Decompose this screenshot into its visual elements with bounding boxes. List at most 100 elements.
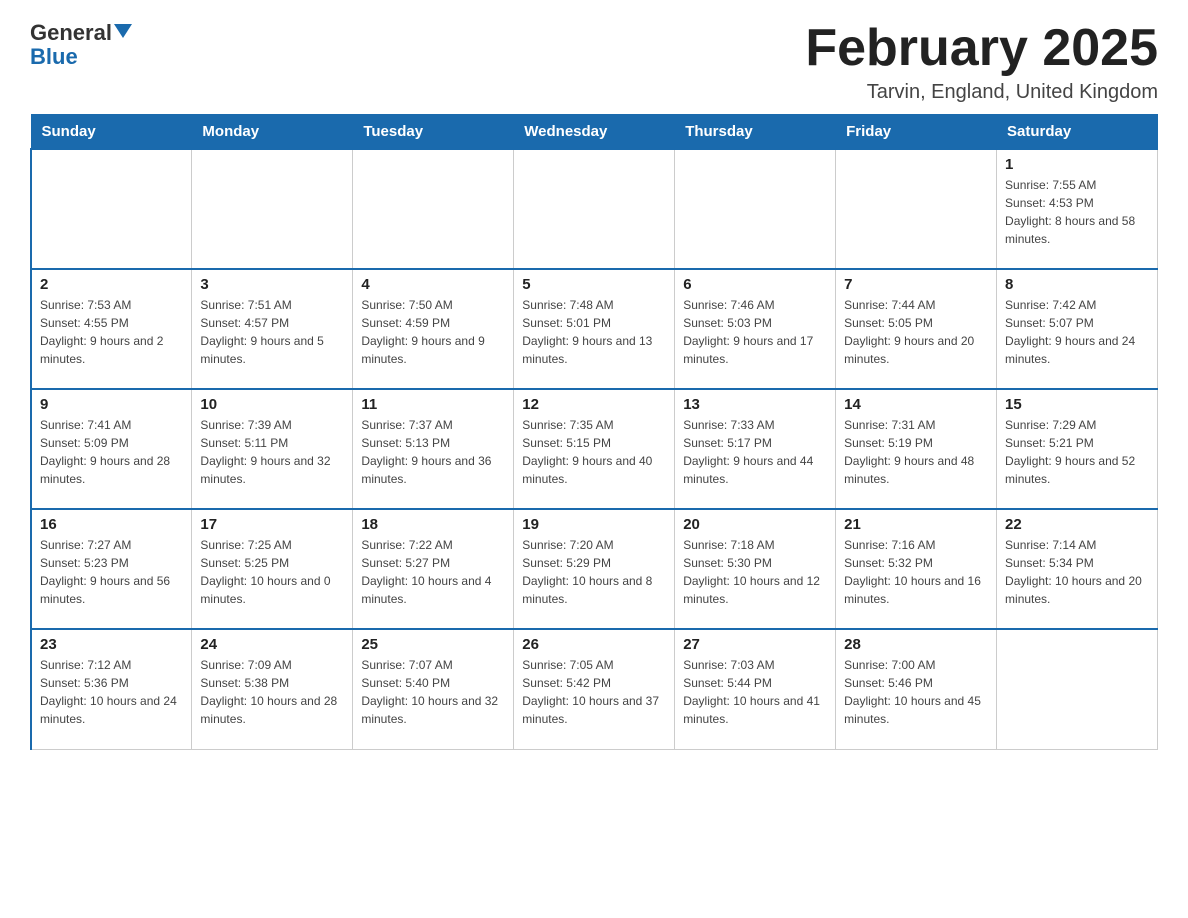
day-number: 5 [522, 276, 666, 293]
calendar-cell: 20 Sunrise: 7:18 AM Sunset: 5:30 PM Dayli… [675, 509, 836, 629]
calendar-cell: 12Sunrise: 7:35 AM Sunset: 5:15 PM Dayli… [514, 389, 675, 509]
day-number: 14 [844, 396, 988, 413]
month-title: February 2025 [805, 20, 1158, 77]
calendar-cell: 4Sunrise: 7:50 AM Sunset: 4:59 PM Daylig… [353, 269, 514, 389]
day-number: 13 [683, 396, 827, 413]
calendar-cell: 2 Sunrise: 7:53 AM Sunset: 4:55 PM Daylig… [31, 269, 192, 389]
day-number: 15 [1005, 396, 1149, 413]
calendar-week-row: 23 Sunrise: 7:12 AM Sunset: 5:36 PM Dayli… [31, 629, 1158, 749]
calendar-cell: 5 Sunrise: 7:48 AM Sunset: 5:01 PM Daylig… [514, 269, 675, 389]
calendar-cell: 14Sunrise: 7:31 AM Sunset: 5:19 PM Dayli… [836, 389, 997, 509]
calendar-cell [192, 149, 353, 269]
day-info: Sunrise: 7:48 AM Sunset: 5:01 PM Dayligh… [522, 296, 666, 368]
day-info: Sunrise: 7:14 AM Sunset: 5:34 PM Dayligh… [1005, 536, 1149, 608]
logo-triangle-icon [114, 24, 132, 38]
day-number: 18 [361, 516, 505, 533]
day-number: 27 [683, 636, 827, 653]
day-info: Sunrise: 7:16 AM Sunset: 5:32 PM Dayligh… [844, 536, 988, 608]
calendar-cell: 28 Sunrise: 7:00 AM Sunset: 5:46 PM Dayli… [836, 629, 997, 749]
day-info: Sunrise: 7:09 AM Sunset: 5:38 PM Dayligh… [200, 656, 344, 728]
calendar-week-row: 2 Sunrise: 7:53 AM Sunset: 4:55 PM Daylig… [31, 269, 1158, 389]
day-info: Sunrise: 7:41 AM Sunset: 5:09 PM Dayligh… [40, 416, 183, 488]
day-number: 7 [844, 276, 988, 293]
calendar-cell: 9 Sunrise: 7:41 AM Sunset: 5:09 PM Daylig… [31, 389, 192, 509]
calendar-cell [836, 149, 997, 269]
calendar-cell: 18 Sunrise: 7:22 AM Sunset: 5:27 PM Dayli… [353, 509, 514, 629]
day-info: Sunrise: 7:55 AM Sunset: 4:53 PM Dayligh… [1005, 176, 1149, 248]
calendar-cell: 24 Sunrise: 7:09 AM Sunset: 5:38 PM Dayli… [192, 629, 353, 749]
calendar-cell [675, 149, 836, 269]
calendar-week-row: 9 Sunrise: 7:41 AM Sunset: 5:09 PM Daylig… [31, 389, 1158, 509]
day-info: Sunrise: 7:29 AM Sunset: 5:21 PM Dayligh… [1005, 416, 1149, 488]
day-number: 3 [200, 276, 344, 293]
calendar-header-wednesday: Wednesday [514, 115, 675, 150]
day-number: 20 [683, 516, 827, 533]
day-info: Sunrise: 7:05 AM Sunset: 5:42 PM Dayligh… [522, 656, 666, 728]
calendar-cell: 25 Sunrise: 7:07 AM Sunset: 5:40 PM Dayli… [353, 629, 514, 749]
day-number: 9 [40, 396, 183, 413]
day-info: Sunrise: 7:50 AM Sunset: 4:59 PM Dayligh… [361, 296, 505, 368]
calendar-cell: 17 Sunrise: 7:25 AM Sunset: 5:25 PM Dayli… [192, 509, 353, 629]
day-info: Sunrise: 7:22 AM Sunset: 5:27 PM Dayligh… [361, 536, 505, 608]
day-number: 24 [200, 636, 344, 653]
calendar-header-row: SundayMondayTuesdayWednesdayThursdayFrid… [31, 115, 1158, 150]
calendar-cell: 8 Sunrise: 7:42 AM Sunset: 5:07 PM Daylig… [997, 269, 1158, 389]
calendar-header-sunday: Sunday [31, 115, 192, 150]
day-info: Sunrise: 7:12 AM Sunset: 5:36 PM Dayligh… [40, 656, 183, 728]
calendar-header-friday: Friday [836, 115, 997, 150]
day-info: Sunrise: 7:18 AM Sunset: 5:30 PM Dayligh… [683, 536, 827, 608]
day-number: 19 [522, 516, 666, 533]
day-number: 8 [1005, 276, 1149, 293]
calendar-cell: 22Sunrise: 7:14 AM Sunset: 5:34 PM Dayli… [997, 509, 1158, 629]
day-number: 6 [683, 276, 827, 293]
calendar-cell: 7Sunrise: 7:44 AM Sunset: 5:05 PM Daylig… [836, 269, 997, 389]
day-number: 25 [361, 636, 505, 653]
calendar-cell: 27 Sunrise: 7:03 AM Sunset: 5:44 PM Dayli… [675, 629, 836, 749]
day-number: 1 [1005, 156, 1149, 173]
calendar-cell: 16 Sunrise: 7:27 AM Sunset: 5:23 PM Dayli… [31, 509, 192, 629]
calendar-cell [353, 149, 514, 269]
calendar-cell: 21 Sunrise: 7:16 AM Sunset: 5:32 PM Dayli… [836, 509, 997, 629]
day-number: 21 [844, 516, 988, 533]
day-info: Sunrise: 7:07 AM Sunset: 5:40 PM Dayligh… [361, 656, 505, 728]
day-number: 26 [522, 636, 666, 653]
day-info: Sunrise: 7:51 AM Sunset: 4:57 PM Dayligh… [200, 296, 344, 368]
day-number: 11 [361, 396, 505, 413]
logo: General Blue [30, 20, 132, 70]
day-number: 2 [40, 276, 183, 293]
calendar-cell: 13Sunrise: 7:33 AM Sunset: 5:17 PM Dayli… [675, 389, 836, 509]
calendar-header-saturday: Saturday [997, 115, 1158, 150]
day-number: 16 [40, 516, 183, 533]
day-number: 10 [200, 396, 344, 413]
calendar-cell: 1 Sunrise: 7:55 AM Sunset: 4:53 PM Daylig… [997, 149, 1158, 269]
day-info: Sunrise: 7:53 AM Sunset: 4:55 PM Dayligh… [40, 296, 183, 368]
calendar-cell [31, 149, 192, 269]
day-info: Sunrise: 7:03 AM Sunset: 5:44 PM Dayligh… [683, 656, 827, 728]
page-header: General Blue February 2025 Tarvin, Engla… [30, 20, 1158, 104]
day-info: Sunrise: 7:00 AM Sunset: 5:46 PM Dayligh… [844, 656, 988, 728]
calendar-cell: 3 Sunrise: 7:51 AM Sunset: 4:57 PM Daylig… [192, 269, 353, 389]
day-info: Sunrise: 7:20 AM Sunset: 5:29 PM Dayligh… [522, 536, 666, 608]
day-info: Sunrise: 7:25 AM Sunset: 5:25 PM Dayligh… [200, 536, 344, 608]
day-info: Sunrise: 7:39 AM Sunset: 5:11 PM Dayligh… [200, 416, 344, 488]
calendar-cell [514, 149, 675, 269]
calendar-header-tuesday: Tuesday [353, 115, 514, 150]
day-info: Sunrise: 7:42 AM Sunset: 5:07 PM Dayligh… [1005, 296, 1149, 368]
day-number: 28 [844, 636, 988, 653]
calendar-table: SundayMondayTuesdayWednesdayThursdayFrid… [30, 114, 1158, 750]
day-info: Sunrise: 7:46 AM Sunset: 5:03 PM Dayligh… [683, 296, 827, 368]
day-info: Sunrise: 7:27 AM Sunset: 5:23 PM Dayligh… [40, 536, 183, 608]
calendar-cell: 26 Sunrise: 7:05 AM Sunset: 5:42 PM Dayli… [514, 629, 675, 749]
calendar-week-row: 16 Sunrise: 7:27 AM Sunset: 5:23 PM Dayli… [31, 509, 1158, 629]
day-number: 23 [40, 636, 183, 653]
logo-general-text: General [30, 20, 112, 46]
calendar-cell: 23 Sunrise: 7:12 AM Sunset: 5:36 PM Dayli… [31, 629, 192, 749]
calendar-header-thursday: Thursday [675, 115, 836, 150]
calendar-cell: 10 Sunrise: 7:39 AM Sunset: 5:11 PM Dayli… [192, 389, 353, 509]
day-number: 17 [200, 516, 344, 533]
calendar-cell: 19 Sunrise: 7:20 AM Sunset: 5:29 PM Dayli… [514, 509, 675, 629]
day-number: 12 [522, 396, 666, 413]
day-info: Sunrise: 7:37 AM Sunset: 5:13 PM Dayligh… [361, 416, 505, 488]
calendar-week-row: 1 Sunrise: 7:55 AM Sunset: 4:53 PM Daylig… [31, 149, 1158, 269]
calendar-header-monday: Monday [192, 115, 353, 150]
